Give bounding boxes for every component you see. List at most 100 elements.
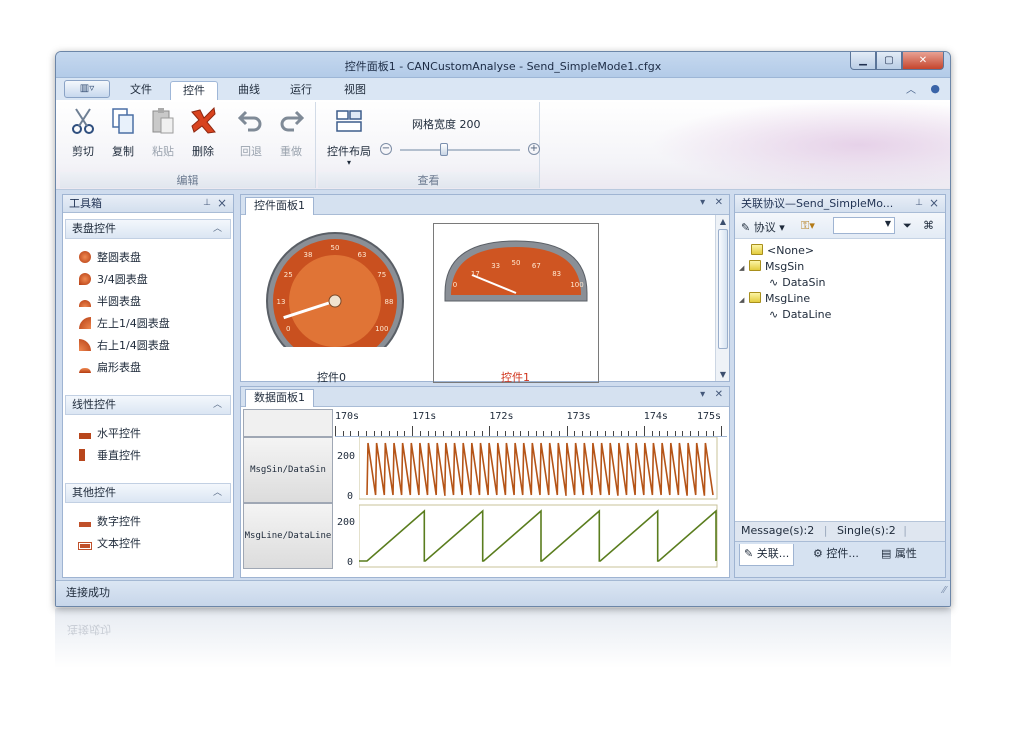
toolbox-item-top-left-gauge[interactable]: 左上1/4圆表盘 <box>79 315 170 333</box>
gauge1-tick-label: 67 <box>532 262 541 270</box>
gauge0-caption: 控件0 <box>317 371 346 384</box>
toolbox-item-horizontal[interactable]: 水平控件 <box>79 425 141 443</box>
toolbox-group-linear[interactable]: 线性控件 ︿ <box>65 395 231 415</box>
zoom-in-icon[interactable]: + <box>528 143 540 155</box>
collapse-caret-icon: ︿ <box>212 400 222 410</box>
tab-curves[interactable]: 曲线 <box>226 81 272 100</box>
panel-menu-icon[interactable]: ▾ ✕ <box>700 197 723 208</box>
ruler-tick <box>419 431 421 436</box>
ruler-tick <box>342 431 344 436</box>
toolbox-item-full-gauge[interactable]: 整圆表盘 <box>79 249 141 267</box>
tab-data-panel-1[interactable]: 数据面板1 <box>245 389 314 407</box>
protocol-panel-tabs: ✎ 关联... ⚙ 控件... ▤ 属性 <box>735 541 945 577</box>
gauge-icon <box>79 300 91 307</box>
tab-file[interactable]: 文件 <box>118 81 164 100</box>
panel-menu-icon[interactable]: ▾ ✕ <box>700 389 723 400</box>
gauge0-tick-label: 63 <box>358 251 367 259</box>
binoculars-icon[interactable]: ⌘ <box>923 219 934 232</box>
tab-run[interactable]: 运行 <box>278 81 324 100</box>
minimize-button[interactable]: ▁ <box>850 52 876 70</box>
toolbox-panel: 工具箱 ⊥ × 表盘控件 ︿ 整圆表盘 3/4圆表盘 半圆表盘 左上1/4圆表盘 … <box>62 194 234 578</box>
grid-width-slider[interactable]: − + <box>380 142 540 158</box>
tab-properties[interactable]: ▤ 属性 <box>877 544 921 566</box>
protocol-panel-title: 关联协议—Send_SimpleMo... <box>741 197 894 210</box>
pin-icon[interactable]: ⊥ <box>203 195 211 212</box>
maximize-button[interactable]: ▢ <box>876 52 902 70</box>
tree-item-dataline[interactable]: ∿ DataLine <box>769 307 831 323</box>
tab-association[interactable]: ✎ 关联... <box>739 544 795 566</box>
tree-item-none[interactable]: <None> <box>751 243 814 259</box>
ruler-tick <box>651 431 653 436</box>
redo-button[interactable]: 重做 <box>272 106 310 159</box>
slider-track <box>400 149 520 151</box>
pin-icon[interactable]: ⊥ <box>915 195 923 212</box>
tab-controls-list[interactable]: ⚙ 控件... <box>809 544 863 566</box>
slider-thumb[interactable] <box>440 143 448 156</box>
message-icon <box>751 244 763 255</box>
row-label-msgline[interactable]: MsgLine/DataLine <box>243 503 333 569</box>
flat-gauge-control[interactable]: 01733 50 6783100 <box>441 237 591 307</box>
undo-button[interactable]: 回退 <box>232 106 270 159</box>
tree-item-msgline[interactable]: ◢ MsgLine <box>739 291 810 307</box>
help-icon[interactable]: ● <box>930 82 940 95</box>
protocol-filter-combo[interactable]: ▼ <box>833 217 895 234</box>
ruler-corner <box>243 409 333 437</box>
delete-button[interactable]: 删除 <box>184 106 222 159</box>
protocol-dropdown[interactable]: ✎ 协议 ▾ <box>741 219 785 235</box>
tab-controls[interactable]: 控件 <box>170 81 218 100</box>
copy-button[interactable]: 复制 <box>104 106 142 159</box>
expand-icon: ◢ <box>739 296 745 304</box>
gauge1-tick-label: 50 <box>512 259 521 267</box>
ribbon-tab-strip: ▥▿ 文件 控件 曲线 运行 视图 ︿ ● <box>56 78 950 100</box>
cut-button[interactable]: 剪切 <box>64 106 102 159</box>
gauge-icon <box>79 339 91 351</box>
toolbox-group-other[interactable]: 其他控件 ︿ <box>65 483 231 503</box>
gauge1-tick-label: 33 <box>491 262 500 270</box>
status-bar: 连接成功 ⁄⁄ <box>56 580 950 606</box>
resize-grip-icon[interactable]: ⁄⁄ <box>943 579 946 603</box>
ruler-tick <box>628 431 630 436</box>
ribbon-collapse-icon[interactable]: ︿ <box>906 81 916 96</box>
edit-group-label: 编辑 <box>60 172 315 188</box>
filter-icon[interactable]: ⏷ <box>903 219 912 233</box>
msgsin-ymax: 200 <box>337 451 356 462</box>
toolbox-item-three-quarter-gauge[interactable]: 3/4圆表盘 <box>79 271 148 289</box>
collapse-caret-icon: ︿ <box>212 224 222 234</box>
full-gauge-control[interactable]: 0 13 25 38 50 63 75 88 100 <box>255 229 415 361</box>
gauge-icon <box>79 317 91 329</box>
toolbox-item-flat-gauge[interactable]: 扁形表盘 <box>79 359 141 377</box>
tree-item-datasin[interactable]: ∿ DataSin <box>769 275 826 291</box>
tree-item-msgsin[interactable]: ◢ MsgSin <box>739 259 804 275</box>
ruler-tick <box>705 431 707 436</box>
gauge0-tick-label: 75 <box>377 271 386 279</box>
gauge0-tick-label: 38 <box>304 251 313 259</box>
paste-button[interactable]: 粘贴 <box>144 106 182 159</box>
zoom-out-icon[interactable]: − <box>380 143 392 155</box>
toolbox-item-top-right-gauge[interactable]: 右上1/4圆表盘 <box>79 337 170 355</box>
status-text: 连接成功 <box>66 586 110 599</box>
tab-control-panel-1[interactable]: 控件面板1 <box>245 197 314 215</box>
gauge-icon <box>79 251 91 263</box>
ruler-tick <box>335 426 336 436</box>
time-tick-label: 173s <box>566 411 591 422</box>
filter-tool-icon[interactable]: ⚿▾ <box>801 219 815 233</box>
row-label-msgsin[interactable]: MsgSin/DataSin <box>243 437 333 503</box>
vertical-bar-icon <box>79 449 85 461</box>
layout-button[interactable]: 控件布局 ▾ <box>324 106 374 167</box>
close-button[interactable]: ✕ <box>902 52 944 70</box>
controls-icon: ⚙ <box>813 547 823 560</box>
waveform-plot[interactable] <box>359 437 721 573</box>
vertical-scrollbar[interactable]: ▲ ▼ <box>715 215 729 381</box>
toolbox-item-number[interactable]: 数字控件 <box>79 513 141 531</box>
toolbox-item-vertical[interactable]: 垂直控件 <box>79 447 141 465</box>
close-icon[interactable]: × <box>929 195 939 212</box>
view-group-label: 查看 <box>318 172 539 188</box>
close-icon[interactable]: × <box>217 195 227 212</box>
tab-view[interactable]: 视图 <box>332 81 378 100</box>
app-menu-button[interactable]: ▥▿ <box>64 80 110 98</box>
toolbox-group-gauges[interactable]: 表盘控件 ︿ <box>65 219 231 239</box>
view-group: 控件布局 ▾ 网格宽度 200 − + 查看 <box>318 102 540 188</box>
ruler-tick <box>659 431 661 436</box>
toolbox-item-text[interactable]: 文本控件 <box>78 535 141 553</box>
toolbox-item-half-gauge[interactable]: 半圆表盘 <box>79 293 141 311</box>
